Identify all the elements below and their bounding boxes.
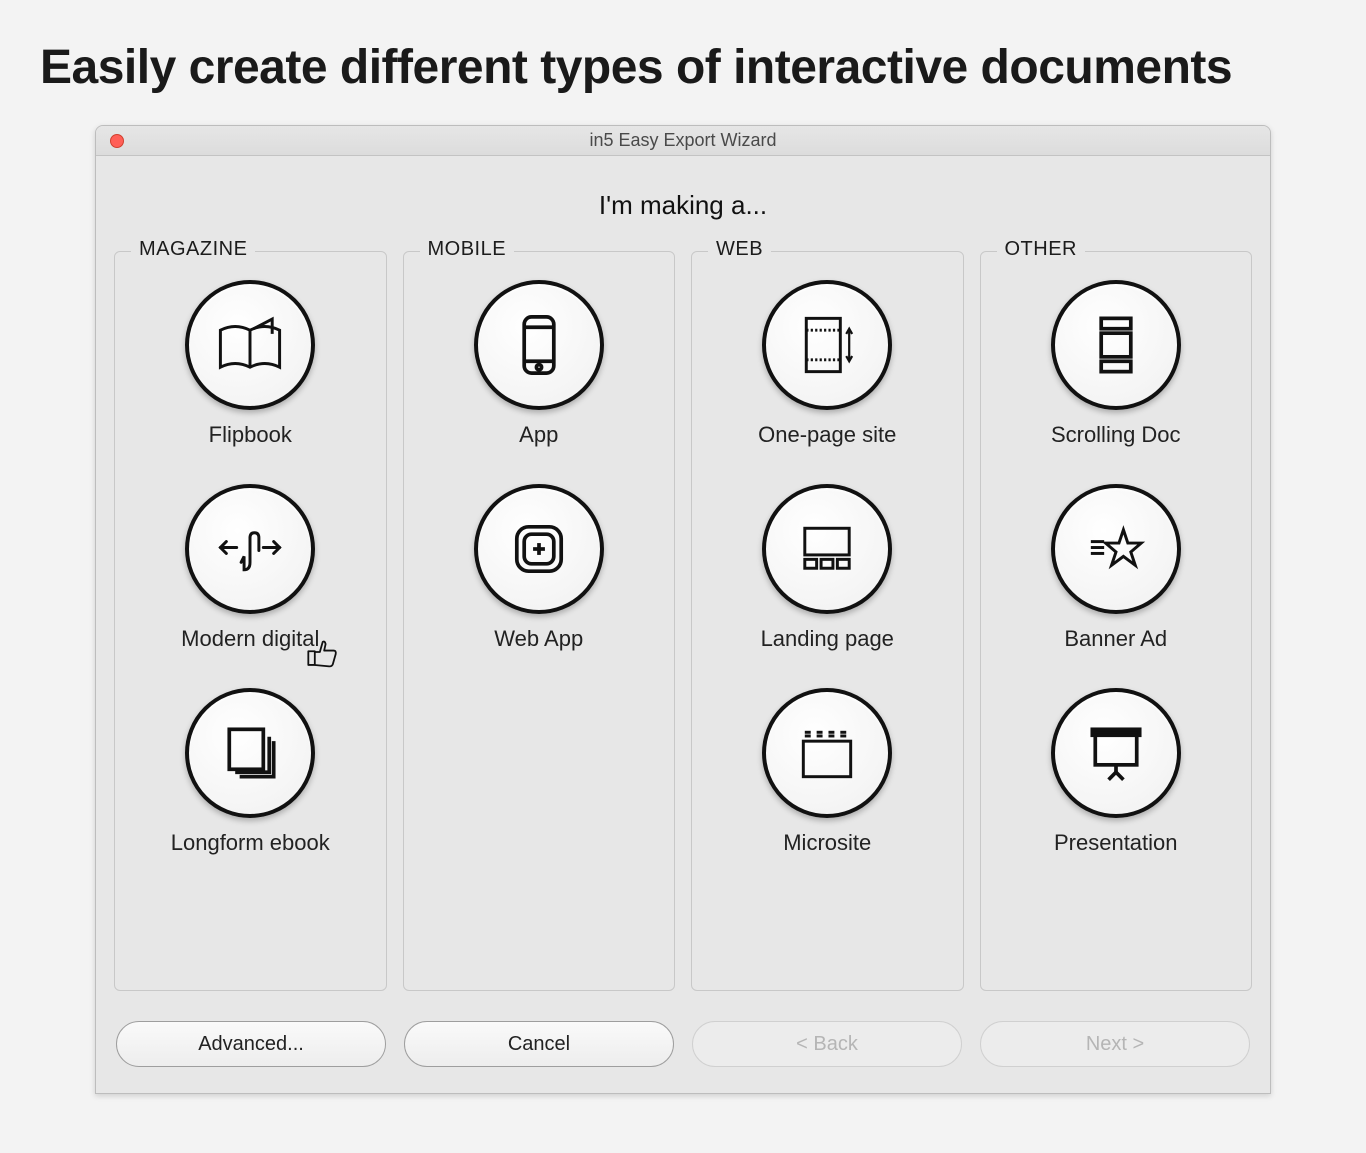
phone-icon [474,280,604,410]
back-button[interactable]: < Back [692,1021,962,1067]
option-label: Presentation [1054,830,1178,856]
wizard-buttons: Advanced... Cancel < Back Next > [114,1021,1252,1067]
option-flipbook[interactable]: Flipbook [127,280,374,448]
option-label: Scrolling Doc [1051,422,1181,448]
group-mobile: MOBILE App [403,251,676,991]
advanced-button[interactable]: Advanced... [116,1021,386,1067]
pages-stack-icon [185,688,315,818]
scrolling-doc-icon [1051,280,1181,410]
option-banner-ad[interactable]: Banner Ad [993,484,1240,652]
option-modern-digital[interactable]: Modern digital [127,484,374,652]
group-title-magazine: MAGAZINE [131,238,255,261]
app-plus-icon [474,484,604,614]
option-label: Microsite [783,830,871,856]
option-label: Flipbook [209,422,292,448]
group-other: OTHER Scrolling Doc [980,251,1253,991]
swipe-icon [185,484,315,614]
page-heading: Easily create different types of interac… [0,0,1366,125]
option-label: Web App [494,626,583,652]
group-web: WEB One-page site [691,251,964,991]
option-columns: MAGAZINE Flipbook [114,251,1252,991]
option-label: Modern digital [181,626,319,652]
window-title: in5 Easy Export Wizard [96,130,1270,151]
option-presentation[interactable]: Presentation [993,688,1240,856]
option-landing-page[interactable]: Landing page [704,484,951,652]
close-icon[interactable] [110,134,124,148]
option-microsite[interactable]: Microsite [704,688,951,856]
option-scrolling-doc[interactable]: Scrolling Doc [993,280,1240,448]
option-one-page-site[interactable]: One-page site [704,280,951,448]
group-magazine: MAGAZINE Flipbook [114,251,387,991]
option-label: Longform ebook [171,830,330,856]
option-app[interactable]: App [416,280,663,448]
group-title-other: OTHER [997,238,1086,261]
next-button[interactable]: Next > [980,1021,1250,1067]
option-label: Landing page [761,626,894,652]
flipbook-icon [185,280,315,410]
option-web-app[interactable]: Web App [416,484,663,652]
wizard-prompt: I'm making a... [114,190,1252,221]
thumbs-up-icon [304,634,340,675]
presentation-icon [1051,688,1181,818]
option-label: Banner Ad [1064,626,1167,652]
scroll-page-icon [762,280,892,410]
option-label: App [519,422,558,448]
group-title-web: WEB [708,238,771,261]
window-titlebar: in5 Easy Export Wizard [96,126,1270,156]
export-wizard-window: in5 Easy Export Wizard I'm making a... M… [95,125,1271,1094]
cancel-button[interactable]: Cancel [404,1021,674,1067]
banner-star-icon [1051,484,1181,614]
option-longform-ebook[interactable]: Longform ebook [127,688,374,856]
group-title-mobile: MOBILE [420,238,515,261]
landing-page-icon [762,484,892,614]
option-label: One-page site [758,422,896,448]
window-body: I'm making a... MAGAZINE Flipbook [96,156,1270,1093]
microsite-icon [762,688,892,818]
